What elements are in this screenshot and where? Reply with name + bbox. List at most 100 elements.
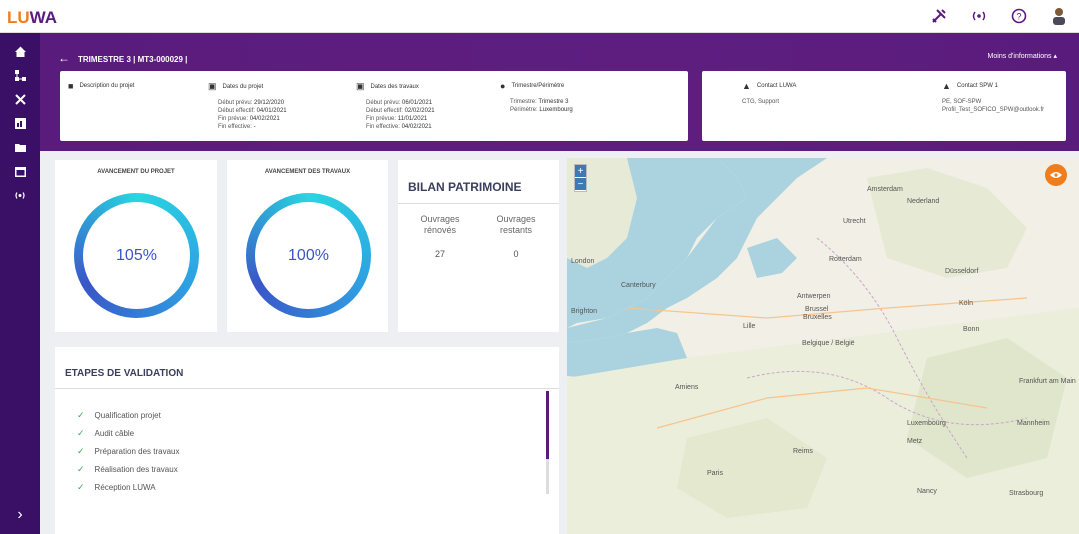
perimetre-line: Périmètre: Luxembourg bbox=[510, 107, 573, 113]
check-icon: ✓ bbox=[77, 428, 85, 438]
date-line: Fin effective: - bbox=[218, 124, 256, 130]
map-label: Canterbury bbox=[621, 282, 656, 289]
map-label: Köln bbox=[959, 300, 974, 307]
bilan-card: BILAN PATRIMOINE Ouvrages rénovés Ouvrage… bbox=[398, 160, 559, 332]
map-label: Amiens bbox=[675, 384, 699, 391]
map-label: Düsseldorf bbox=[945, 268, 979, 275]
user-icon[interactable] bbox=[1047, 5, 1071, 27]
map-label: Luxembourg bbox=[907, 420, 946, 427]
map-label: Frankfurt am Main bbox=[1019, 378, 1076, 385]
kpi-travaux-card: AVANCEMENT DES TRAVAUX 100% bbox=[227, 160, 388, 332]
document-icon: ■ bbox=[68, 81, 74, 91]
scrollbar-thumb[interactable] bbox=[546, 391, 549, 459]
divider bbox=[55, 388, 559, 389]
svg-text:?: ? bbox=[1016, 12, 1021, 22]
map-label: Paris bbox=[707, 470, 723, 477]
list-item: ✓ Qualification projet bbox=[77, 410, 161, 420]
progress-ring: 105% bbox=[74, 193, 199, 318]
map-label: Nancy bbox=[917, 488, 937, 495]
map-label: Metz bbox=[907, 438, 923, 445]
map-label: Nederland bbox=[907, 198, 940, 205]
map-label: Antwerpen bbox=[797, 293, 831, 300]
map-label: Rotterdam bbox=[829, 256, 862, 263]
kpi-travaux-title: AVANCEMENT DES TRAVAUX bbox=[264, 169, 351, 175]
list-item: ✓ Réalisation des travaux bbox=[77, 464, 178, 474]
contact-spw-name: PE, SOF-SPW bbox=[942, 99, 982, 105]
contact-luwa-title: Contact LUWA bbox=[756, 83, 797, 89]
kpi-travaux-value: 100% bbox=[255, 202, 362, 309]
calendar-icon[interactable] bbox=[0, 159, 40, 183]
list-item: ✓ Réception LUWA bbox=[77, 482, 156, 492]
map-label: Lille bbox=[743, 323, 756, 330]
etapes-title: ETAPES DE VALIDATION bbox=[65, 368, 184, 379]
map-label: Reims bbox=[793, 448, 813, 455]
top-bar: LUWA ? bbox=[0, 0, 1079, 33]
broadcast-icon[interactable] bbox=[967, 5, 991, 27]
map-label: Bruxelles bbox=[803, 314, 832, 321]
app-logo[interactable]: LUWA bbox=[7, 8, 57, 28]
date-line: Fin prévue: 04/02/2021 bbox=[218, 116, 280, 122]
etapes-card: ETAPES DE VALIDATION ✓ Qualification proj… bbox=[55, 347, 559, 534]
map[interactable]: Nederland Amsterdam Utrecht Antwerpen Br… bbox=[567, 158, 1079, 534]
tools-icon[interactable] bbox=[0, 87, 40, 111]
date-line: Début prévu: 29/12/2020 bbox=[218, 100, 285, 106]
zoom-control: + − bbox=[574, 164, 587, 192]
project-header: ← TRIMESTRE 3 | MT3-000029 | Moins d'info… bbox=[40, 33, 1079, 151]
map-label: Amsterdam bbox=[867, 186, 903, 193]
progress-ring: 100% bbox=[246, 193, 371, 318]
home-icon[interactable] bbox=[0, 39, 40, 63]
scrollbar[interactable] bbox=[546, 391, 549, 494]
date-line: Fin effective: 04/02/2021 bbox=[366, 124, 432, 130]
map-label: Bonn bbox=[963, 326, 980, 333]
contact-luwa-name: CTG, Support bbox=[742, 99, 780, 105]
bilan-restants-value: 0 bbox=[513, 249, 519, 259]
expand-sidebar-icon[interactable]: › bbox=[0, 506, 40, 524]
calendar-icon: ▣ bbox=[208, 81, 217, 91]
broadcast-icon[interactable] bbox=[0, 183, 40, 207]
check-icon: ✓ bbox=[77, 446, 85, 456]
date-line: Début prévu: 06/01/2021 bbox=[366, 100, 433, 106]
back-arrow-icon[interactable]: ← bbox=[58, 51, 70, 65]
map-label: Brighton bbox=[571, 308, 598, 315]
chart-icon[interactable] bbox=[0, 111, 40, 135]
map-label: Mannheim bbox=[1017, 420, 1050, 427]
date-line: Début effectif: 04/01/2021 bbox=[218, 108, 287, 114]
toggle-info-button[interactable]: Moins d'informations ▴ bbox=[988, 52, 1057, 60]
contact-spw-email[interactable]: Profil_Test_SOFICO_SPW@outlook.fr bbox=[942, 106, 1044, 114]
help-icon[interactable]: ? bbox=[1007, 5, 1031, 27]
dates-projet-title: Dates du projet bbox=[222, 83, 264, 90]
map-label: Strasbourg bbox=[1009, 490, 1044, 497]
zoom-in-button[interactable]: + bbox=[575, 165, 586, 178]
calendar-icon: ▣ bbox=[356, 81, 365, 91]
date-line: Début effectif: 02/02/2021 bbox=[366, 108, 435, 114]
date-line: Fin prévue: 11/01/2021 bbox=[366, 116, 428, 122]
check-icon: ✓ bbox=[77, 410, 85, 420]
project-info-card: ■ Description du projet ▣ Dates du projet … bbox=[60, 71, 688, 141]
divider bbox=[398, 203, 559, 204]
tools-icon[interactable] bbox=[927, 5, 951, 27]
desc-title: Description du projet bbox=[79, 83, 135, 89]
zoom-out-button[interactable]: − bbox=[575, 178, 586, 191]
bilan-title: BILAN PATRIMOINE bbox=[408, 180, 522, 194]
sidebar: › bbox=[0, 33, 40, 534]
check-icon: ✓ bbox=[77, 482, 85, 492]
info-icon: ● bbox=[500, 81, 506, 91]
eye-icon[interactable] bbox=[1045, 164, 1067, 186]
contacts-card: ▲ Contact LUWA CTG, Support ▲ Contact SPW … bbox=[702, 71, 1066, 141]
network-icon[interactable] bbox=[0, 63, 40, 87]
bilan-col-renoves: Ouvrages rénovés bbox=[420, 214, 460, 235]
map-label: Brussel bbox=[805, 306, 829, 313]
person-icon: ▲ bbox=[942, 81, 951, 91]
trimestre-line: Trimestre: Trimestre 3 bbox=[510, 99, 569, 105]
person-icon: ▲ bbox=[742, 81, 751, 91]
bilan-renoves-value: 27 bbox=[434, 249, 445, 259]
map-label: Utrecht bbox=[843, 218, 866, 225]
contact-spw-title: Contact SPW 1 bbox=[956, 83, 998, 89]
check-icon: ✓ bbox=[77, 464, 85, 474]
kpi-projet-value: 105% bbox=[83, 202, 190, 309]
bilan-col-restants: Ouvrages restants bbox=[496, 214, 536, 235]
list-item: ✓ Audit câble bbox=[77, 428, 135, 438]
folder-icon[interactable] bbox=[0, 135, 40, 159]
trimestre-title: Trimestre/Périmètre bbox=[511, 83, 565, 89]
map-label: London bbox=[571, 258, 595, 265]
